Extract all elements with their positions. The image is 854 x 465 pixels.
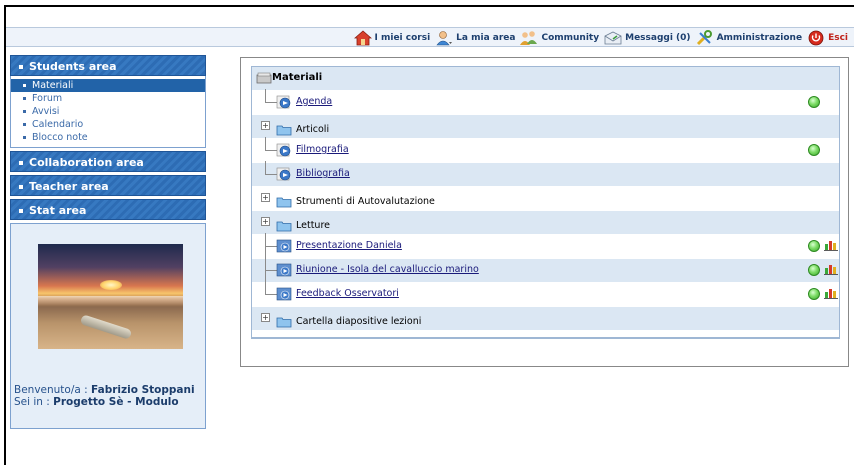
nav-messages[interactable]: Messaggi (0) (604, 30, 691, 46)
community-icon (520, 31, 538, 45)
tree-row-agenda: Agenda (252, 89, 839, 114)
tree-link-bibliografia[interactable]: Bibliografia (296, 168, 350, 179)
sidebar-item-forum[interactable]: Forum (11, 92, 205, 105)
tree-root-label: Materiali (272, 72, 323, 83)
nav-exit[interactable]: Esci (807, 30, 848, 46)
course-name: Progetto Sè - Modulo (53, 396, 179, 408)
stats-chart-icon[interactable] (824, 239, 838, 251)
mail-icon (604, 31, 622, 45)
tree-row-articoli: + Articoli (252, 115, 839, 138)
sidebar-item-calendario[interactable]: Calendario (11, 118, 205, 131)
home-icon (353, 30, 372, 46)
students-area-title: Students area (29, 60, 117, 73)
collaboration-area-header[interactable]: Collaboration area (10, 151, 206, 172)
nav-messages-label: Messaggi (0) (625, 33, 691, 43)
welcome-text: Benvenuto/a : Fabrizio Stoppani Sei in :… (14, 384, 204, 408)
tree-folder-strumenti[interactable]: Strumenti di Autovalutazione (296, 196, 435, 207)
tree-link-filmografia[interactable]: Filmografia (296, 144, 349, 155)
sidebar-item-label: Avvisi (32, 106, 60, 117)
top-bar: I miei corsi La mia area Community Messa… (6, 27, 854, 47)
materials-tree: Materiali Agenda + Articoli Filmografia … (251, 66, 840, 338)
status-green-icon[interactable] (808, 144, 820, 156)
expand-plus-icon[interactable]: + (261, 121, 270, 130)
tree-link-feedback[interactable]: Feedback Osservatori (296, 288, 399, 299)
collaboration-area-title: Collaboration area (29, 156, 144, 169)
students-menu: Materiali Forum Avvisi Calendario Blocco… (10, 76, 206, 148)
tools-icon (696, 30, 712, 46)
tree-link-agenda[interactable]: Agenda (296, 96, 332, 107)
stat-area-header[interactable]: Stat area (10, 199, 206, 220)
nav-admin-label: Amministrazione (716, 33, 803, 43)
sidebar-item-avvisi[interactable]: Avvisi (11, 105, 205, 118)
stat-area-title: Stat area (29, 204, 87, 217)
tree-row-bibliografia: Bibliografia (252, 161, 839, 186)
tree-row-cartella: + Cartella diapositive lezioni (252, 307, 839, 330)
folder-icon (276, 197, 292, 208)
tree-link-presentazione[interactable]: Presentazione Daniela (296, 240, 402, 251)
welcome-prefix: Benvenuto/a : (14, 384, 88, 396)
tree-row-strumenti: + Strumenti di Autovalutazione (252, 187, 839, 210)
nav-community[interactable]: Community (520, 30, 599, 46)
tree-footer-divider (251, 338, 840, 339)
sidebar-item-label: Forum (32, 93, 63, 104)
resource-icon (276, 167, 291, 181)
slides-icon (276, 239, 292, 253)
sidebar-item-label: Materiali (32, 80, 74, 91)
course-prefix: Sei in : (14, 396, 50, 408)
nav-admin[interactable]: Amministrazione (696, 30, 803, 46)
top-nav: I miei corsi La mia area Community Messa… (353, 29, 848, 47)
resource-icon (276, 95, 291, 109)
tree-row-filmografia: Filmografia (252, 137, 839, 162)
nav-my-courses-label: I miei corsi (374, 33, 431, 43)
tree-row-presentazione: Presentazione Daniela (252, 233, 839, 258)
tree-folder-letture[interactable]: Letture (296, 220, 330, 231)
user-box: Benvenuto/a : Fabrizio Stoppani Sei in :… (10, 223, 206, 429)
nav-community-label: Community (541, 33, 600, 43)
expand-plus-icon[interactable]: + (261, 193, 270, 202)
resource-icon (276, 143, 291, 157)
user-name: Fabrizio Stoppani (91, 384, 195, 396)
tree-row-letture: + Letture (252, 211, 839, 234)
expand-plus-icon[interactable]: + (261, 313, 270, 322)
sidebar-item-label: Calendario (32, 119, 84, 130)
nav-my-area[interactable]: La mia area (435, 30, 515, 46)
stats-chart-icon[interactable] (824, 263, 838, 275)
status-green-icon[interactable] (808, 264, 820, 276)
nav-my-courses[interactable]: I miei corsi (353, 30, 431, 46)
teacher-area-title: Teacher area (29, 180, 109, 193)
students-area-header[interactable]: Students area (10, 55, 206, 76)
tree-row-riunione: Riunione - Isola del cavalluccio marino (252, 257, 839, 282)
sidebar-item-label: Blocco note (32, 132, 88, 143)
main-panel: Materiali Agenda + Articoli Filmografia … (240, 57, 849, 367)
folder-icon (276, 125, 292, 136)
expand-plus-icon[interactable]: + (261, 217, 270, 226)
power-icon (808, 30, 824, 46)
tree-link-riunione[interactable]: Riunione - Isola del cavalluccio marino (296, 264, 479, 275)
sidebar: Students area Materiali Forum Avvisi Cal… (10, 55, 206, 429)
nav-my-area-label: La mia area (456, 33, 516, 43)
status-green-icon[interactable] (808, 240, 820, 252)
tree-folder-articoli[interactable]: Articoli (296, 124, 329, 135)
teacher-area-header[interactable]: Teacher area (10, 175, 206, 196)
nav-exit-label: Esci (828, 33, 848, 43)
folder-icon (276, 317, 292, 328)
tree-folder-cartella[interactable]: Cartella diapositive lezioni (296, 316, 421, 327)
beach-bottle-image (38, 244, 183, 349)
slides-icon (276, 287, 292, 301)
tree-row-feedback: Feedback Osservatori (252, 281, 839, 306)
user-icon (436, 31, 453, 46)
folder-icon (276, 221, 292, 232)
tree-root-row: Materiali (252, 67, 839, 90)
root-folder-icon (256, 72, 272, 84)
status-green-icon[interactable] (808, 288, 820, 300)
sidebar-item-blocco-note[interactable]: Blocco note (11, 131, 205, 144)
slides-icon (276, 263, 292, 277)
status-green-icon[interactable] (808, 96, 820, 108)
sidebar-item-materiali[interactable]: Materiali (11, 79, 205, 92)
stats-chart-icon[interactable] (824, 287, 838, 299)
